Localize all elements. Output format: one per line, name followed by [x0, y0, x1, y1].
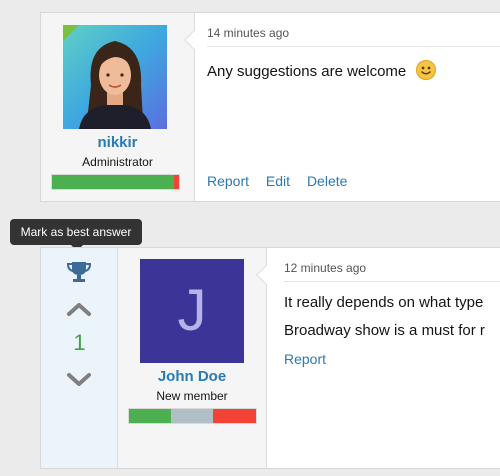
post-1-content: 14 minutes ago Any suggestions are welco…	[184, 13, 500, 201]
post-2: 1 J John Doe New member 12 minutes ago I…	[40, 247, 500, 469]
post-actions: Report	[284, 351, 339, 367]
post-message-line-1: It really depends on what type	[284, 294, 484, 311]
post-2-user-panel: J John Doe New member	[118, 248, 267, 468]
username[interactable]: nikkir	[41, 134, 194, 151]
upvote-chevron-up-icon[interactable]	[66, 301, 92, 317]
online-indicator	[63, 25, 79, 41]
post-timestamp: 14 minutes ago	[207, 26, 290, 40]
username[interactable]: John Doe	[118, 368, 266, 385]
reputation-bar	[51, 174, 180, 190]
post-actions: Report Edit Delete	[207, 173, 360, 189]
edit-link[interactable]: Edit	[266, 173, 290, 189]
best-answer-tooltip: Mark as best answer	[10, 219, 142, 251]
reputation-segment	[52, 175, 174, 189]
divider	[207, 46, 500, 47]
user-role: New member	[156, 389, 228, 403]
user-role: Administrator	[82, 155, 153, 169]
downvote-chevron-down-icon[interactable]	[66, 372, 92, 388]
user-avatar-initial[interactable]: J	[140, 259, 244, 363]
post-1-user-panel: nikkir Administrator	[41, 13, 195, 201]
post-timestamp: 12 minutes ago	[284, 261, 367, 275]
post-1: nikkir Administrator 14 minutes ago Any …	[40, 12, 500, 202]
post-message: Any suggestions are welcome	[207, 57, 437, 87]
post-message-line-2: Broadway show is a must for r	[284, 322, 485, 339]
reputation-segment	[212, 409, 256, 423]
reputation-segment	[129, 409, 171, 423]
report-link[interactable]: Report	[284, 351, 326, 367]
reputation-segment	[170, 409, 213, 423]
divider	[284, 281, 500, 282]
report-link[interactable]: Report	[207, 173, 249, 189]
reputation-segment	[173, 175, 179, 189]
post-message-text: Any suggestions are welcome	[207, 63, 407, 80]
smiley-emoji-icon	[416, 60, 437, 80]
trophy-icon[interactable]	[66, 260, 92, 284]
vote-panel: 1	[41, 248, 118, 468]
vote-count: 1	[73, 330, 86, 355]
user-avatar[interactable]	[63, 25, 167, 129]
delete-link[interactable]: Delete	[307, 173, 347, 189]
reputation-bar	[128, 408, 257, 424]
post-2-content: 12 minutes ago It really depends on what…	[256, 248, 500, 468]
